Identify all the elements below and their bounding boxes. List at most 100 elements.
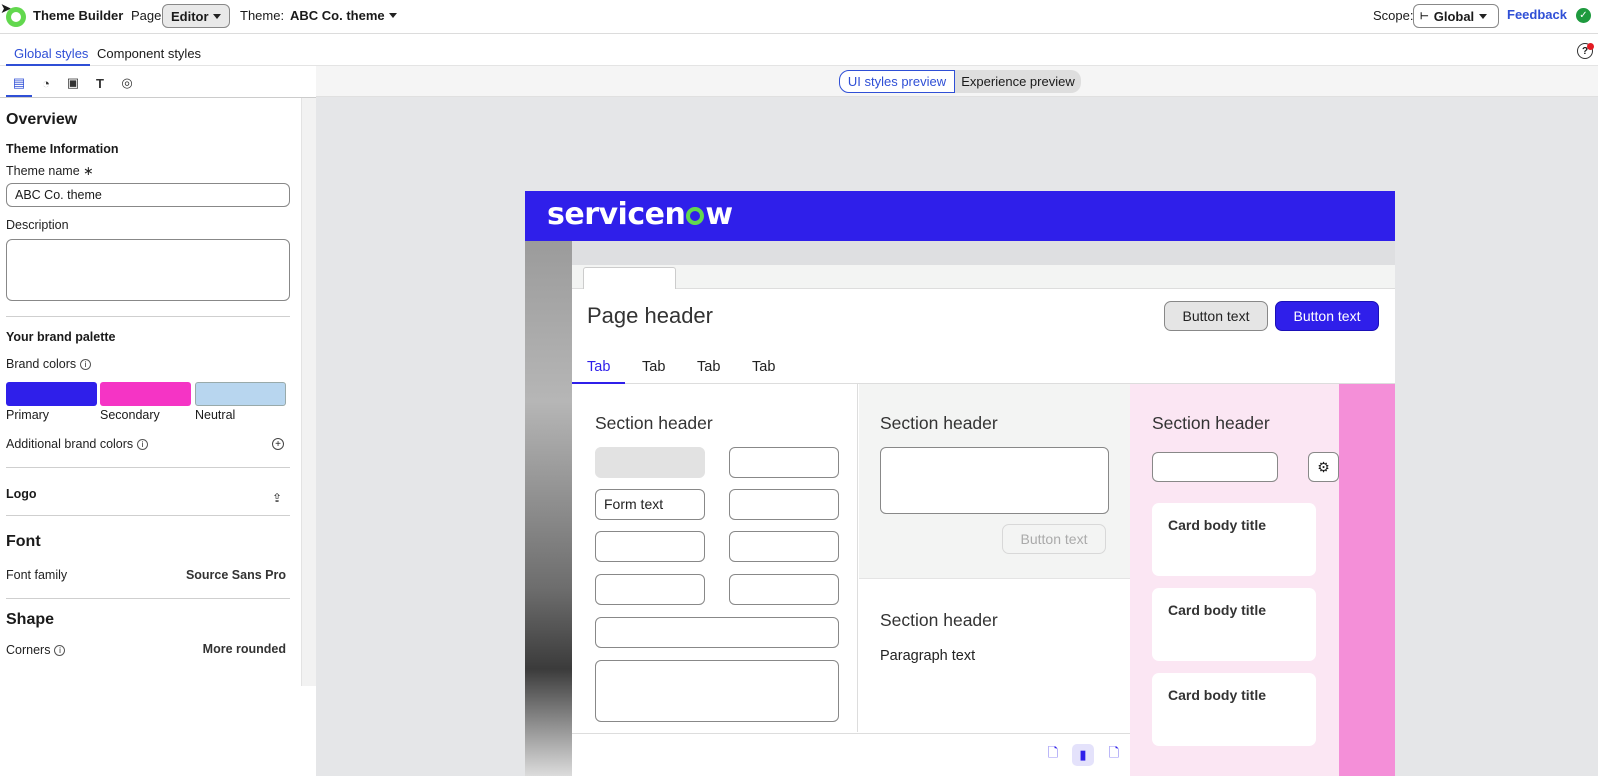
- servicenow-logo: servicen w: [547, 197, 733, 232]
- feedback-link[interactable]: Feedback: [1507, 7, 1567, 22]
- card[interactable]: Card body title: [1152, 588, 1316, 661]
- layout-icon[interactable]: ▤: [10, 74, 28, 92]
- font-family-value[interactable]: Source Sans Pro: [186, 568, 286, 582]
- primary-swatch[interactable]: [6, 382, 97, 406]
- shapes-icon[interactable]: ◎: [118, 74, 136, 92]
- wide-text-input[interactable]: [595, 617, 839, 648]
- additional-brand-colors-label: Additional brand colors i: [6, 437, 149, 451]
- document-icon[interactable]: 🗋: [1103, 744, 1125, 766]
- font-title: Font: [6, 533, 41, 550]
- neutral-label: Neutral: [195, 408, 236, 422]
- info-icon[interactable]: i: [80, 359, 92, 371]
- footer-bar: 🗋 ▮ 🗋: [572, 733, 1130, 776]
- logo-label: Logo: [6, 487, 37, 501]
- left-panel: ▤ ◔ ▣ T ◎ Overview Theme Information The…: [0, 66, 316, 686]
- sub-header-strip: [572, 241, 1395, 265]
- scope-label: Scope:: [1373, 8, 1414, 23]
- primary-button[interactable]: Button text: [1275, 301, 1379, 331]
- additional-brand-colors-text: Additional brand colors: [6, 437, 134, 451]
- tab-component-styles[interactable]: Component styles: [97, 46, 201, 61]
- font-family-label: Font family: [6, 568, 68, 582]
- card[interactable]: Card body title: [1152, 503, 1316, 576]
- section-header: Section header: [595, 413, 713, 433]
- theme-name-label-text: Theme name: [6, 164, 80, 178]
- add-circle-icon[interactable]: +: [272, 438, 284, 450]
- required-mark: ∗: [83, 164, 94, 178]
- text-input[interactable]: [729, 574, 839, 605]
- active-icon-tab-indicator: [6, 95, 32, 97]
- document-icon[interactable]: 🗋: [1042, 744, 1064, 766]
- experience-preview-toggle[interactable]: Experience preview: [955, 70, 1081, 93]
- theme-select-value: ABC Co. theme: [290, 8, 385, 23]
- theme-name-label: Theme name ∗: [6, 163, 94, 178]
- tab-strip-tab[interactable]: [583, 267, 676, 289]
- page-header: Page header: [587, 303, 713, 328]
- scrollbar[interactable]: [301, 98, 316, 686]
- sample-app-preview: servicen w Page header Button text Button…: [525, 191, 1395, 776]
- chevron-down-icon: [388, 13, 397, 18]
- chevron-down-icon: [212, 13, 221, 19]
- divider: [6, 598, 290, 599]
- divider: [6, 316, 290, 317]
- page-select-value: Editor: [171, 8, 209, 24]
- card-title: Card body title: [1168, 602, 1267, 618]
- brand-colors-label-text: Brand colors: [6, 357, 77, 371]
- style-tabs: Global styles Component styles: [0, 34, 1598, 66]
- card[interactable]: Card body title: [1152, 673, 1316, 746]
- tab-strip: [572, 265, 1395, 289]
- info-icon[interactable]: i: [137, 439, 149, 451]
- secondary-swatch[interactable]: [100, 382, 191, 406]
- primary-label: Primary: [6, 408, 50, 422]
- icon-tabs: ▤ ◔ ▣ T ◎: [0, 66, 316, 98]
- images-icon[interactable]: ▣: [64, 74, 82, 92]
- section-header: Section header: [880, 610, 998, 630]
- preview-tab-2[interactable]: Tab: [642, 359, 665, 375]
- description-label: Description: [6, 218, 69, 232]
- document-filled-icon[interactable]: ▮: [1072, 744, 1094, 766]
- logo-o-icon: [686, 207, 705, 225]
- notification-dot: [1587, 43, 1594, 50]
- textarea[interactable]: [595, 660, 839, 722]
- filter-icon[interactable]: ⚙: [1308, 452, 1339, 482]
- ui-styles-preview-toggle[interactable]: UI styles preview: [839, 70, 955, 93]
- side-nav: [525, 241, 572, 776]
- info-icon[interactable]: i: [54, 645, 66, 657]
- text-icon[interactable]: T: [91, 74, 109, 92]
- secondary-color-strip: [1339, 384, 1395, 776]
- chevron-down-icon: [1479, 13, 1488, 19]
- brand-colors-label: Brand colors i: [6, 357, 92, 371]
- scope-select[interactable]: ⊢ Global: [1413, 4, 1499, 28]
- palette-icon[interactable]: ◔: [37, 74, 55, 92]
- section-header: Section header: [1152, 413, 1270, 433]
- theme-select[interactable]: ABC Co. theme: [290, 8, 397, 23]
- tab-global-styles[interactable]: Global styles: [14, 46, 88, 61]
- paragraph-text: Paragraph text: [880, 648, 976, 664]
- text-input[interactable]: [729, 447, 839, 478]
- text-input[interactable]: [729, 531, 839, 562]
- divider: [6, 515, 290, 516]
- preview-tab-4[interactable]: Tab: [752, 359, 775, 375]
- text-input[interactable]: [595, 574, 705, 605]
- preview-tab-3[interactable]: Tab: [697, 359, 720, 375]
- check-circle-icon: ✓: [1576, 8, 1591, 23]
- shape-title: Shape: [6, 611, 55, 628]
- form-text-input[interactable]: Form text: [595, 489, 705, 520]
- page-select[interactable]: Editor: [162, 4, 230, 28]
- neutral-swatch[interactable]: [195, 382, 286, 406]
- preview-tab-1[interactable]: Tab: [587, 359, 610, 375]
- divider: [6, 467, 290, 468]
- secondary-button[interactable]: Button text: [1164, 301, 1268, 331]
- text-input[interactable]: [595, 531, 705, 562]
- corners-value[interactable]: More rounded: [203, 642, 286, 656]
- search-input[interactable]: [1152, 452, 1278, 482]
- overview-title: Overview: [6, 111, 78, 128]
- textarea[interactable]: [880, 447, 1109, 514]
- section-header: Section header: [880, 413, 998, 433]
- theme-name-input[interactable]: ABC Co. theme: [6, 183, 290, 207]
- text-input[interactable]: [729, 489, 839, 520]
- upload-icon[interactable]: ⇪: [272, 491, 282, 505]
- brand-header: servicen w: [525, 191, 1395, 241]
- description-textarea[interactable]: [6, 239, 290, 301]
- theme-label: Theme:: [240, 8, 285, 23]
- card-title: Card body title: [1168, 687, 1267, 703]
